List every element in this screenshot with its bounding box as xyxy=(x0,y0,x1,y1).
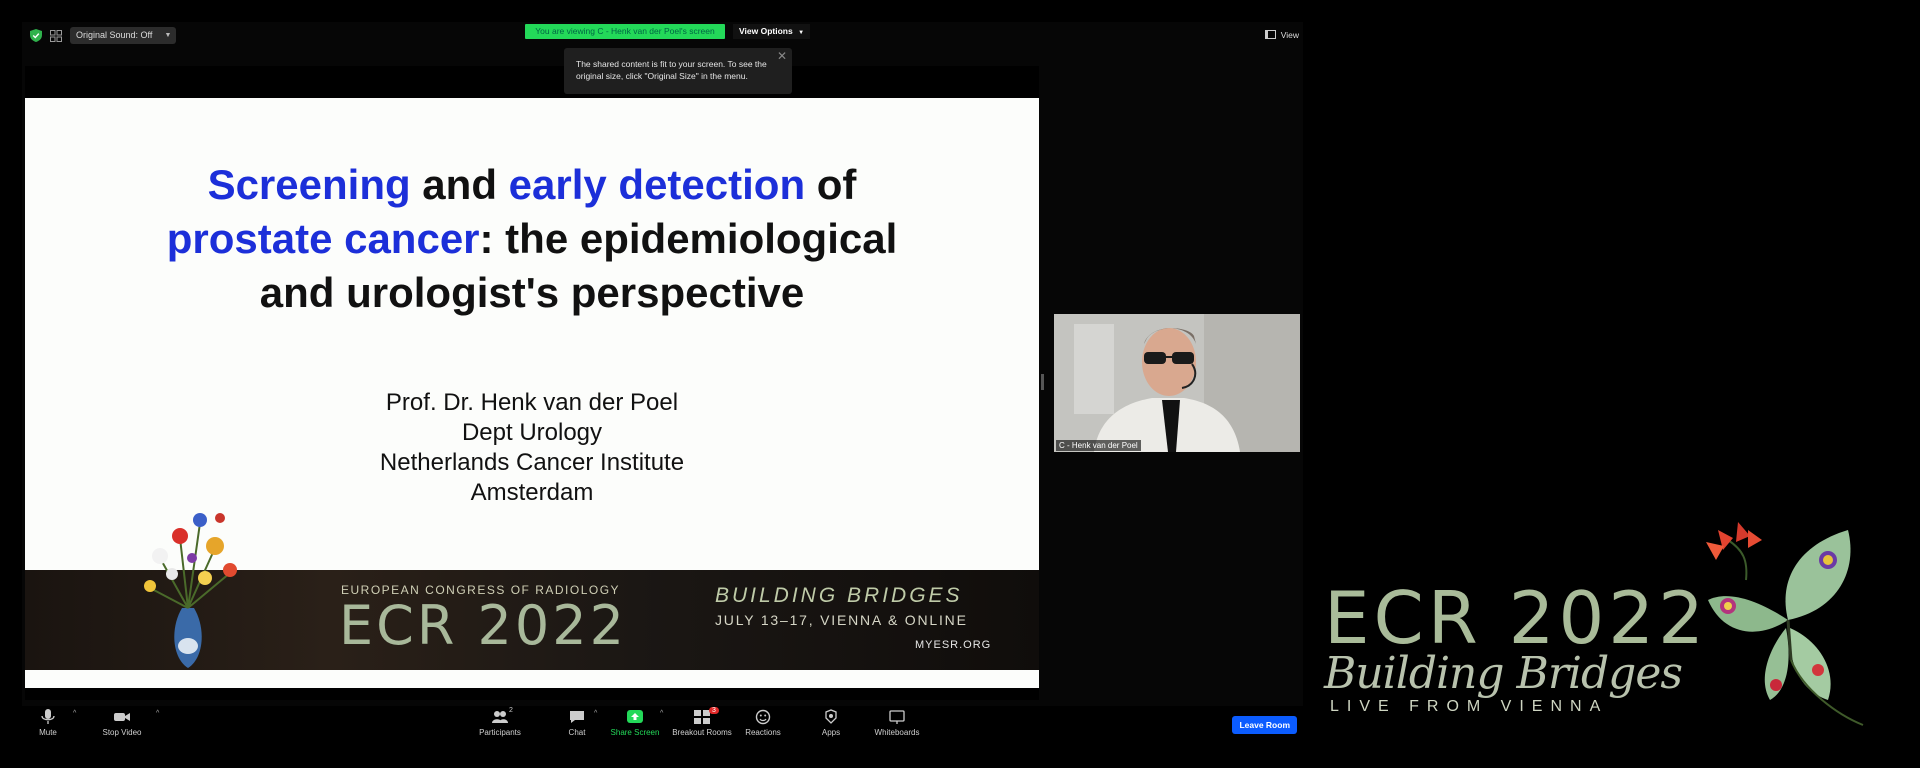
chevron-down-icon[interactable]: ▼ xyxy=(164,27,171,44)
title-segment: early detection xyxy=(508,161,806,208)
microphone-icon xyxy=(41,709,55,724)
tooltip-text: The shared content is fit to your screen… xyxy=(576,59,767,81)
shared-screen: Screening and early detection of prostat… xyxy=(25,66,1039,700)
view-button[interactable]: View xyxy=(1265,30,1299,40)
logo-live-from-vienna-text: LIVE FROM VIENNA xyxy=(1330,698,1609,715)
title-segment: Screening xyxy=(207,161,411,208)
top-bar: Original Sound: Off ▼ You are viewing C … xyxy=(22,22,1303,50)
apps-label: Apps xyxy=(821,728,841,737)
meeting-toolbar: Mute ^ Stop Video ^ 2 Participants Chat xyxy=(22,706,1303,744)
stop-video-label: Stop Video xyxy=(102,728,142,737)
banner-url-text: MYESR.ORG xyxy=(915,639,992,651)
chevron-up-icon[interactable]: ^ xyxy=(73,710,76,717)
presentation-slide: Screening and early detection of prostat… xyxy=(25,98,1039,688)
chevron-up-icon[interactable]: ^ xyxy=(660,710,663,717)
slide-author-block: Prof. Dr. Henk van der Poel Dept Urology… xyxy=(255,388,809,508)
ecr-2022-logo: ECR 2022 Building Bridges LIVE FROM VIEN… xyxy=(1318,520,1738,720)
participants-label: Participants xyxy=(479,728,521,737)
breakout-rooms-label: Breakout Rooms xyxy=(672,728,732,737)
flower-vase-image xyxy=(144,513,237,668)
whiteboards-button[interactable]: Whiteboards xyxy=(872,706,922,744)
reactions-button[interactable]: Reactions xyxy=(743,706,783,744)
share-screen-button[interactable]: Share Screen xyxy=(610,706,660,744)
butterfly-flower-artwork xyxy=(1706,522,1864,726)
mute-label: Mute xyxy=(39,728,57,737)
resize-handle[interactable] xyxy=(1041,374,1044,390)
participant-video-tile[interactable]: C - Henk van der Poel xyxy=(1054,314,1300,452)
view-options-button[interactable]: View Options ▼ xyxy=(733,24,811,39)
shield-icon[interactable] xyxy=(30,29,42,42)
whiteboard-icon xyxy=(889,710,905,724)
chat-icon xyxy=(570,711,584,723)
viewing-screen-banner: You are viewing C - Henk van der Poel's … xyxy=(525,24,725,39)
participants-button[interactable]: 2 Participants xyxy=(475,706,525,744)
slide-title: Screening and early detection of prostat… xyxy=(95,158,969,320)
banner-dates-text: JULY 13–17, VIENNA & ONLINE xyxy=(715,612,968,628)
logo-ecr-text: ECR 2022 xyxy=(1324,576,1708,660)
fit-to-screen-tooltip: The shared content is fit to your screen… xyxy=(564,48,792,94)
original-sound-label: Original Sound: Off xyxy=(76,30,153,40)
participant-video-image xyxy=(1054,314,1300,452)
logo-building-bridges-text: Building Bridges xyxy=(1324,648,1683,699)
apps-button[interactable]: Apps xyxy=(818,706,844,744)
participants-icon xyxy=(492,711,508,723)
title-segment: and xyxy=(410,161,509,208)
title-segment: : the epidemiological xyxy=(479,215,898,262)
reactions-label: Reactions xyxy=(745,728,781,737)
share-screen-icon xyxy=(627,710,643,723)
banner-building-text: BUILDING BRIDGES xyxy=(715,584,963,607)
whiteboards-label: Whiteboards xyxy=(874,728,920,737)
participants-count: 2 xyxy=(509,707,513,714)
chat-button[interactable]: Chat xyxy=(562,706,592,744)
author-institute: Netherlands Cancer Institute xyxy=(379,449,685,476)
stop-video-button[interactable]: Stop Video xyxy=(92,706,152,744)
reaction-smiley-icon xyxy=(755,709,771,725)
apps-icon xyxy=(825,709,837,724)
banner-ecr-text: ECR 2022 xyxy=(339,594,627,657)
chevron-down-icon: ▼ xyxy=(798,30,805,36)
participant-name-label: C - Henk van der Poel xyxy=(1056,440,1141,451)
share-screen-label: Share Screen xyxy=(610,728,660,737)
author-name: Prof. Dr. Henk van der Poel xyxy=(385,389,679,416)
mute-button[interactable]: Mute xyxy=(28,706,68,744)
author-dept: Dept Urology xyxy=(461,419,603,446)
breakout-rooms-button[interactable]: 3 Breakout Rooms xyxy=(670,706,734,744)
chat-label: Chat xyxy=(568,728,586,737)
author-city: Amsterdam xyxy=(470,479,594,506)
view-layout-icon xyxy=(1265,30,1277,39)
view-label: View xyxy=(1280,30,1299,40)
zoom-meeting-window: Original Sound: Off ▼ You are viewing C … xyxy=(22,22,1303,744)
close-icon[interactable]: ✕ xyxy=(777,49,787,63)
breakout-badge: 3 xyxy=(709,707,719,714)
grid-icon[interactable] xyxy=(50,30,62,42)
title-segment: of xyxy=(805,161,857,208)
chevron-up-icon[interactable]: ^ xyxy=(156,710,159,717)
view-options-label: View Options xyxy=(739,26,793,36)
original-sound-button[interactable]: Original Sound: Off ▼ xyxy=(70,27,177,44)
title-segment: and urologist's perspective xyxy=(259,269,805,316)
chevron-up-icon[interactable]: ^ xyxy=(594,710,597,717)
title-segment: prostate cancer xyxy=(166,215,480,262)
video-camera-icon xyxy=(114,713,130,721)
leave-room-button[interactable]: Leave Room xyxy=(1232,716,1297,734)
